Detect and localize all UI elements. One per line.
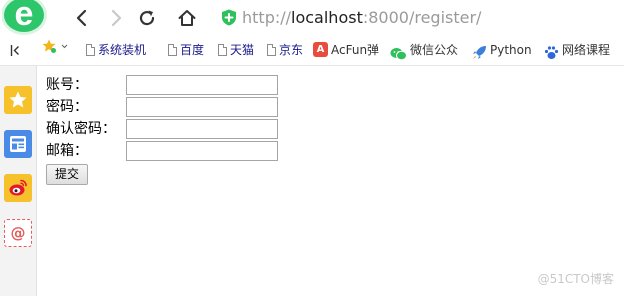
collapse-sidebar-icon[interactable] [10,44,24,57]
acfun-icon: A [313,42,328,57]
reading-list-icon[interactable] [4,130,32,158]
browser-window: e http://localhost:8000/register/ 系统装机 百… [0,0,624,296]
url-text[interactable]: http://localhost:8000/register/ [242,8,481,28]
url-host: localhost [291,8,363,27]
address-bar[interactable]: http://localhost:8000/register/ [218,4,622,32]
email-input[interactable] [126,141,278,161]
bookmark-label: Python [490,43,532,57]
star-add-icon [42,35,68,64]
svg-text:@: @ [11,224,26,242]
account-label: 账号： [46,77,88,93]
submit-button[interactable]: 提交 [46,164,88,185]
back-arrow-icon[interactable] [71,7,93,29]
navigation-bar: e http://localhost:8000/register/ [0,0,624,36]
document-icon [168,43,177,56]
url-path: :8000/register/ [362,8,482,27]
bookmark-label: 微信公众 [410,43,459,57]
rocket-icon [472,42,487,59]
account-input[interactable] [126,75,278,95]
secure-shield-icon[interactable] [221,9,237,26]
add-bookmark-button[interactable] [42,36,71,65]
bookmark-item[interactable]: Python [472,36,532,65]
bookmark-label: 网络课程 [562,43,611,57]
password-label: 密码： [46,99,88,115]
document-icon [86,43,95,56]
bookmark-label: 天猫 [230,43,255,57]
url-scheme: http:// [242,8,292,27]
document-icon [267,43,276,56]
bookmark-item[interactable]: 天猫 [218,36,254,65]
bookmark-label: AcFun弹 [331,43,380,57]
bookmarks-bar: 系统装机 百度 天猫 京东 A AcFun弹 微信公众 Python 网络课程 [0,36,624,66]
sidebar: @ [0,66,37,296]
bookmark-item[interactable]: 网络课程 [544,36,610,65]
weibo-icon[interactable] [4,174,32,202]
bookmark-label: 百度 [180,43,205,57]
mail-at-icon[interactable]: @ [4,219,32,247]
paw-icon [544,42,559,59]
email-label: 邮箱： [46,143,88,159]
bookmark-label: 系统装机 [98,43,147,57]
favorites-star-icon[interactable] [4,86,32,114]
reload-icon[interactable] [136,7,158,29]
confirm-password-label: 确认密码： [46,121,116,137]
wechat-icon [390,43,407,60]
bookmark-item[interactable]: 微信公众 [390,36,458,65]
password-input[interactable] [126,97,278,117]
document-icon [218,43,227,56]
bookmark-label: 京东 [279,43,304,57]
watermark: @51CTO博客 [537,272,614,286]
bookmark-item[interactable]: 百度 [168,36,204,65]
bookmark-item[interactable]: 系统装机 [86,36,146,65]
bookmark-item[interactable]: 京东 [267,36,303,65]
confirm-password-input[interactable] [126,119,278,139]
bookmark-item[interactable]: A AcFun弹 [313,36,379,65]
browser-logo-icon: e [2,0,52,36]
home-icon[interactable] [176,7,198,29]
forward-arrow-icon[interactable] [105,7,127,29]
